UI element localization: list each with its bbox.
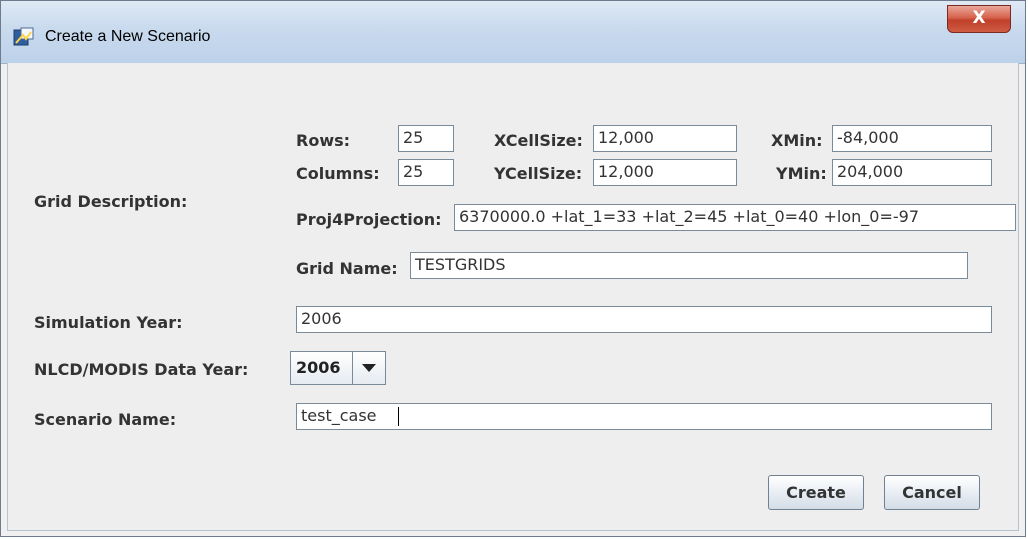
cancel-button[interactable]: Cancel — [884, 475, 980, 510]
ymin-input[interactable]: 204,000 — [832, 159, 992, 186]
xmin-input[interactable]: -84,000 — [832, 125, 992, 152]
simulation-year-label: Simulation Year: — [34, 313, 183, 332]
scenario-name-label: Scenario Name: — [34, 410, 177, 429]
ycellsize-input[interactable]: 12,000 — [593, 159, 737, 186]
ymin-label: YMin: — [776, 164, 827, 183]
close-button[interactable]: X — [947, 5, 1011, 33]
nlcd-modis-data-year-label: NLCD/MODIS Data Year: — [34, 360, 249, 379]
text-caret — [398, 407, 399, 426]
proj4projection-label: Proj4Projection: — [296, 210, 442, 229]
rows-input[interactable]: 25 — [398, 125, 454, 152]
grid-name-input[interactable]: TESTGRIDS — [410, 252, 968, 279]
rows-label: Rows: — [296, 131, 351, 150]
app-scenario-icon — [13, 27, 35, 47]
chevron-down-icon[interactable] — [352, 352, 385, 384]
scenario-name-input[interactable]: test_case — [296, 403, 992, 430]
dialog-content: Grid Description: Rows: 25 XCellSize: 12… — [7, 63, 1019, 531]
dialog-window: Create a New Scenario X Grid Description… — [0, 0, 1026, 537]
columns-input[interactable]: 25 — [398, 159, 454, 186]
title-bar[interactable]: Create a New Scenario X — [1, 1, 1025, 64]
simulation-year-input[interactable]: 2006 — [296, 306, 992, 333]
columns-label: Columns: — [296, 164, 380, 183]
xmin-label: XMin: — [771, 131, 823, 150]
xcellsize-label: XCellSize: — [494, 131, 583, 150]
close-icon: X — [972, 8, 986, 28]
create-button[interactable]: Create — [768, 475, 864, 510]
window-title: Create a New Scenario — [45, 28, 211, 45]
nlcd-modis-year-dropdown[interactable]: 2006 — [290, 351, 386, 385]
ycellsize-label: YCellSize: — [494, 164, 583, 183]
proj4projection-input[interactable]: 6370000.0 +lat_1=33 +lat_2=45 +lat_0=40 … — [454, 204, 1016, 231]
grid-name-label: Grid Name: — [296, 259, 398, 278]
grid-description-label: Grid Description: — [34, 192, 188, 211]
nlcd-selected-year: 2006 — [296, 358, 341, 377]
xcellsize-input[interactable]: 12,000 — [593, 125, 737, 152]
